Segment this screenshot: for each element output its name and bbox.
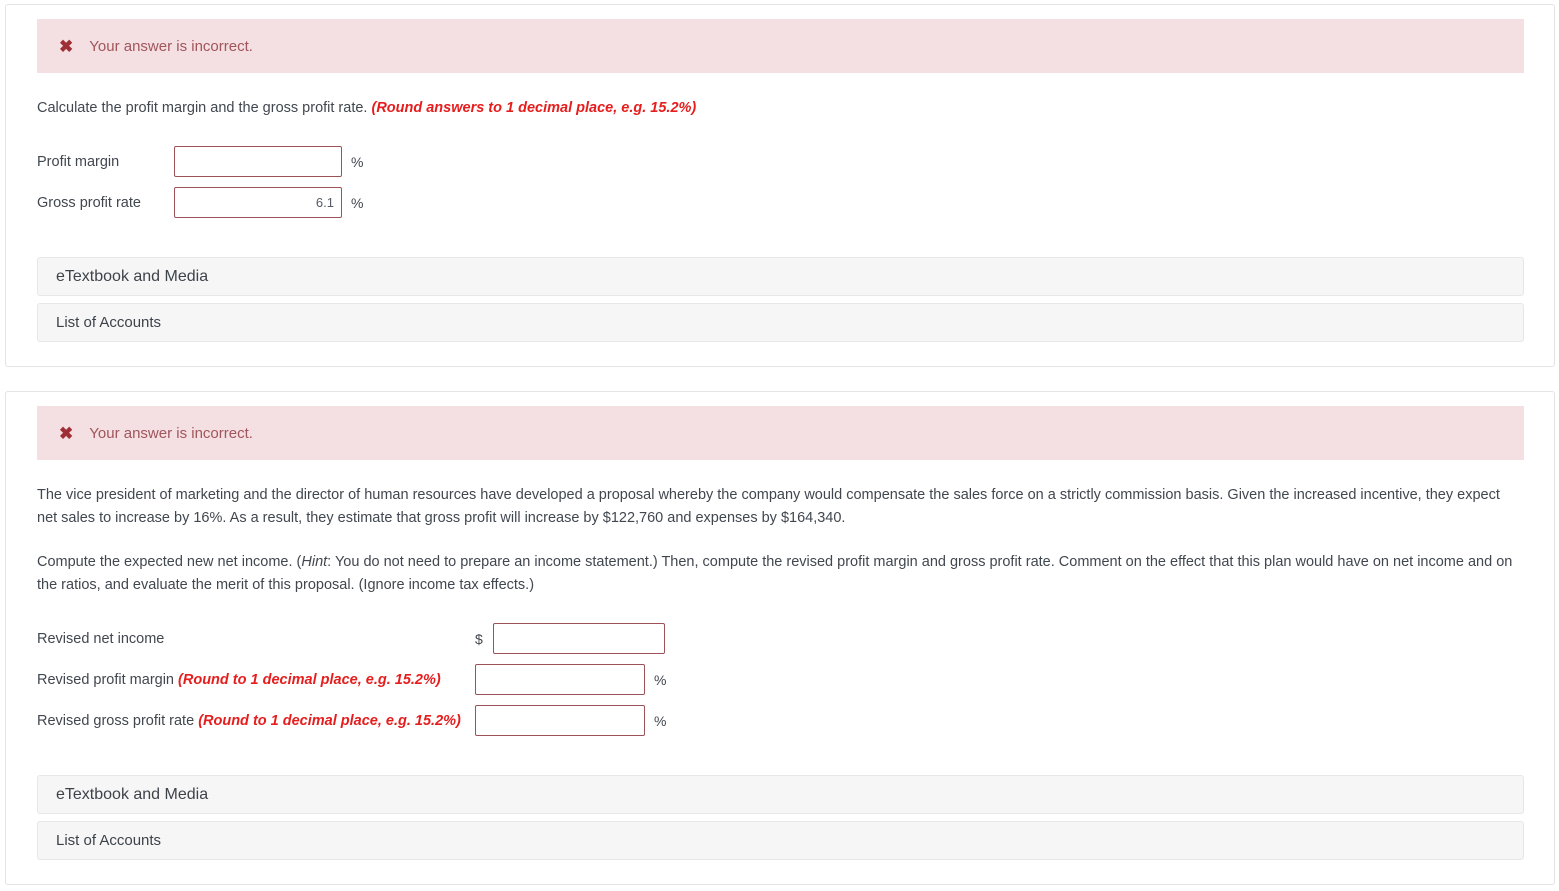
label-revised-gross-profit-rate: Revised gross profit rate (Round to 1 de… xyxy=(37,713,475,729)
paragraph2-before: Compute the expected new net income. ( xyxy=(37,554,302,571)
prompt-main-text: Calculate the profit margin and the gros… xyxy=(37,100,372,116)
input-revised-net-income[interactable] xyxy=(492,623,665,655)
field-row-gross-profit-rate: Gross profit rate % xyxy=(37,182,1524,223)
field-row-revised-net-income: Revised net income $ xyxy=(37,618,1524,659)
paragraph2-hint-word: Hint xyxy=(301,554,328,571)
alert-message: Your answer is incorrect. xyxy=(89,424,253,442)
label-gross-profit-rate: Gross profit rate xyxy=(37,194,141,211)
field-row-revised-gross-profit-rate: Revised gross profit rate (Round to 1 de… xyxy=(37,700,1524,741)
list-of-accounts-label: List of Accounts xyxy=(56,832,162,850)
unit-percent-revised-gross-profit-rate: % xyxy=(654,712,667,729)
page-root: ✖ Your answer is incorrect. Calculate th… xyxy=(0,0,1559,886)
unit-percent-revised-profit-margin: % xyxy=(654,671,667,688)
question-paragraph-2: Compute the expected new net income. (Hi… xyxy=(37,551,1524,596)
incorrect-alert-1: ✖ Your answer is incorrect. xyxy=(37,19,1524,73)
list-of-accounts-button-1[interactable]: List of Accounts xyxy=(37,303,1524,343)
label-revised-gross-profit-rate-text: Revised gross profit rate xyxy=(37,712,199,729)
label-revised-net-income: Revised net income xyxy=(37,630,165,647)
list-of-accounts-label: List of Accounts xyxy=(56,314,162,332)
list-of-accounts-button-2[interactable]: List of Accounts xyxy=(37,821,1524,861)
hint-revised-gross-profit-rate: (Round to 1 decimal place, e.g. 15.2%) xyxy=(198,712,461,729)
etextbook-and-media-label: eTextbook and Media xyxy=(56,785,209,803)
question-paragraph-1: The vice president of marketing and the … xyxy=(37,487,1500,526)
unit-percent-gross-profit-rate: % xyxy=(351,194,364,211)
x-mark-icon: ✖ xyxy=(59,423,74,443)
hint-revised-profit-margin: (Round to 1 decimal place, e.g. 15.2%) xyxy=(178,671,441,688)
label-revised-profit-margin-text: Revised profit margin xyxy=(37,671,179,688)
field-row-revised-profit-margin: Revised profit margin (Round to 1 decima… xyxy=(37,659,1524,700)
alert-message: Your answer is incorrect. xyxy=(89,37,253,55)
prompt-rounding-hint: (Round answers to 1 decimal place, e.g. … xyxy=(371,100,697,116)
incorrect-alert-2: ✖ Your answer is incorrect. xyxy=(37,406,1524,461)
input-revised-profit-margin[interactable] xyxy=(475,664,645,696)
etextbook-and-media-label: eTextbook and Media xyxy=(56,267,209,285)
field-row-profit-margin: Profit margin % xyxy=(37,141,1524,182)
question-card-2: ✖ Your answer is incorrect. The vice pre… xyxy=(5,391,1555,886)
question-card-1: ✖ Your answer is incorrect. Calculate th… xyxy=(5,4,1555,368)
x-mark-icon: ✖ xyxy=(59,36,74,56)
card-body-1: ✖ Your answer is incorrect. Calculate th… xyxy=(6,5,1554,366)
answer-fields-2: Revised net income $ Revised profit marg… xyxy=(37,618,1524,741)
input-gross-profit-rate[interactable] xyxy=(174,187,342,219)
unit-percent-profit-margin: % xyxy=(351,153,364,170)
dollar-sign-icon: $ xyxy=(475,630,483,647)
etextbook-and-media-button-2[interactable]: eTextbook and Media xyxy=(37,775,1524,815)
answer-fields-1: Profit margin % Gross profit rate % xyxy=(37,141,1524,223)
question-prompt-1: Calculate the profit margin and the gros… xyxy=(37,97,1524,119)
tool-buttons-2: eTextbook and Media List of Accounts xyxy=(37,775,1524,861)
label-profit-margin: Profit margin xyxy=(37,153,120,170)
label-revised-profit-margin: Revised profit margin (Round to 1 decima… xyxy=(37,672,475,688)
card-body-2: ✖ Your answer is incorrect. The vice pre… xyxy=(6,392,1554,884)
input-revised-gross-profit-rate[interactable] xyxy=(475,705,645,737)
etextbook-and-media-button-1[interactable]: eTextbook and Media xyxy=(37,257,1524,297)
tool-buttons-1: eTextbook and Media List of Accounts xyxy=(37,257,1524,343)
input-profit-margin[interactable] xyxy=(174,146,342,178)
